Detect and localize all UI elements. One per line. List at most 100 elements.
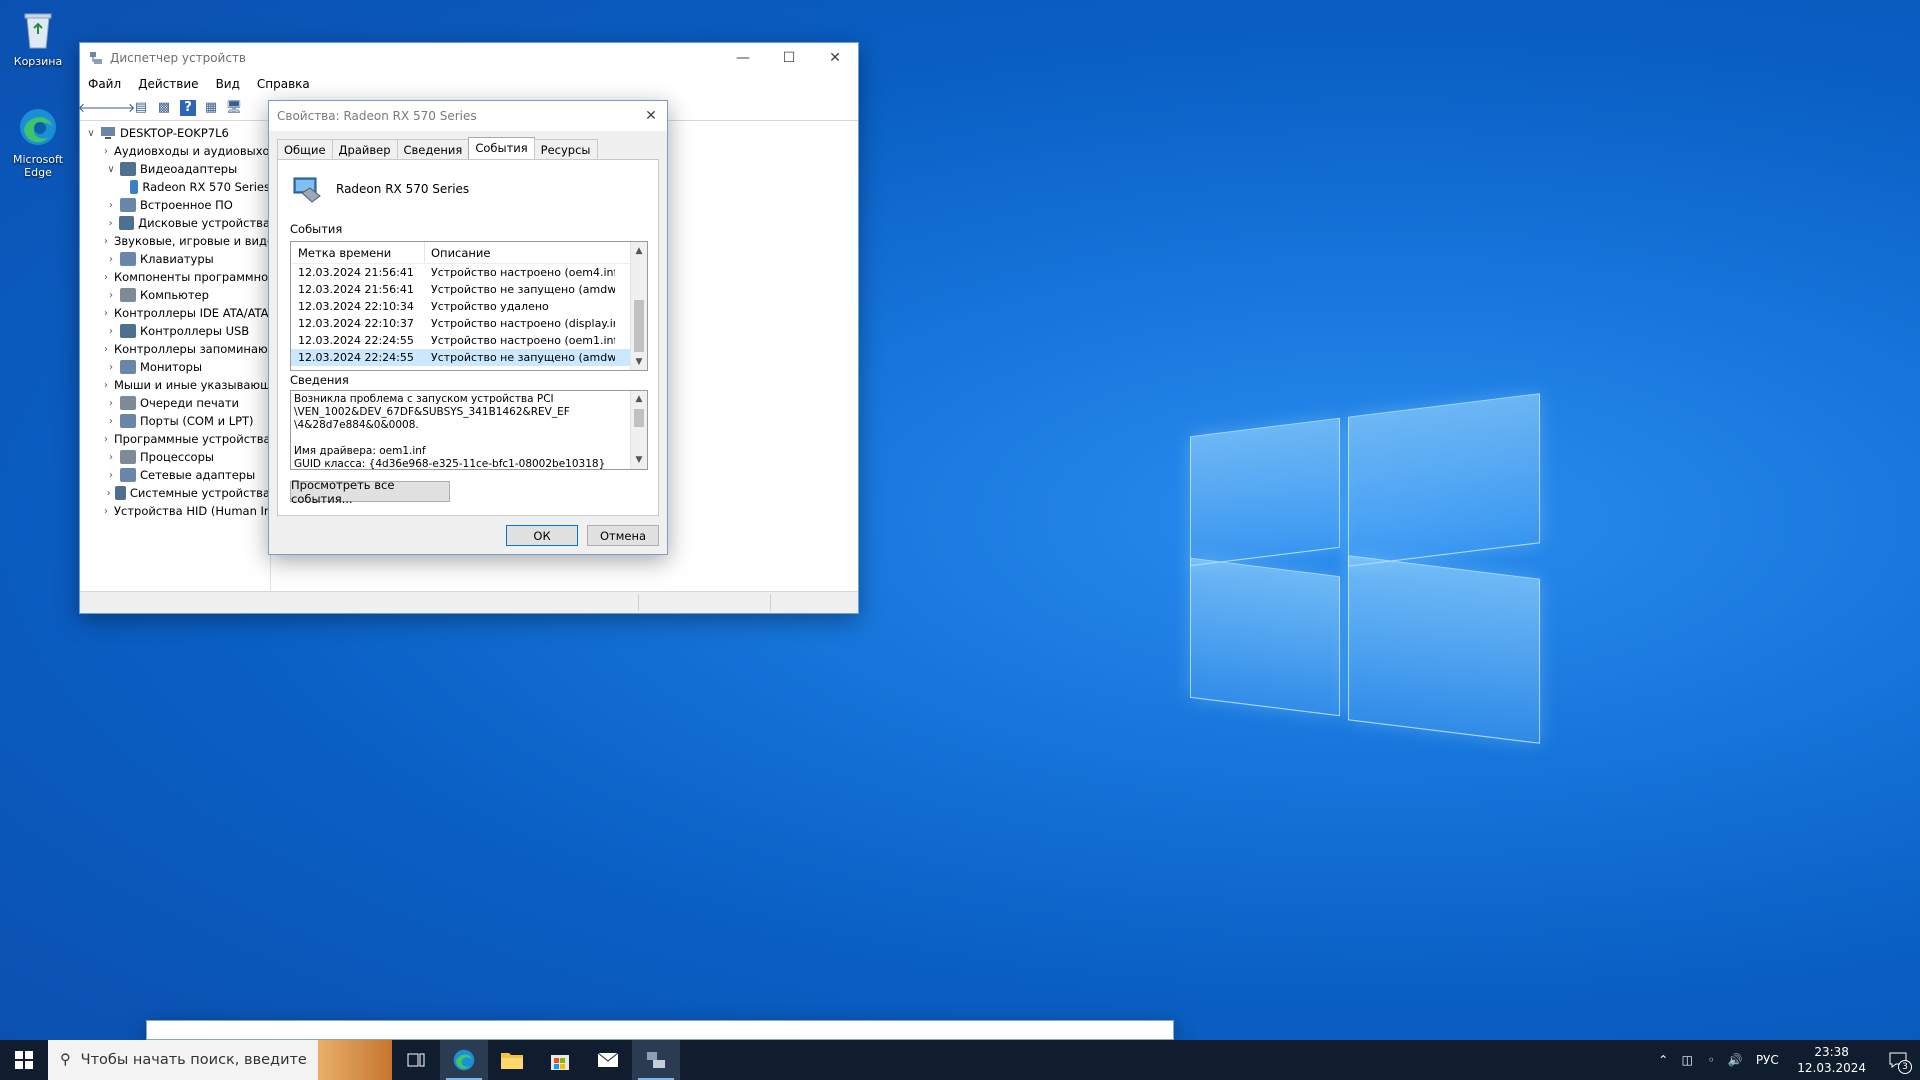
action-center-button[interactable]: 3 [1876,1040,1920,1080]
maximize-button[interactable]: ☐ [766,43,812,73]
column-header-description[interactable]: Описание [425,246,490,260]
chevron-up-icon[interactable]: ⌃ [1651,1053,1675,1067]
ok-button[interactable]: ОК [506,525,578,546]
network-icon[interactable]: ◦ [1699,1053,1723,1067]
tree-category-item[interactable]: › Контроллеры запоминающих устройств [80,340,270,358]
tree-category-item[interactable]: › Встроенное ПО [80,196,270,214]
chevron-right-icon[interactable]: › [104,272,108,283]
taskbar-store[interactable] [536,1040,584,1080]
tree-category-item[interactable]: › Системные устройства [80,484,270,502]
chevron-right-icon[interactable]: › [104,200,118,211]
scroll-down-icon[interactable]: ▼ [631,353,647,370]
chevron-right-icon[interactable]: › [104,290,118,301]
close-button[interactable]: ✕ [635,101,667,131]
event-row[interactable]: 12.03.2024 22:10:37 Устройство настроено … [291,315,647,332]
chevron-down-icon[interactable]: ∨ [104,164,118,175]
close-button[interactable]: ✕ [812,43,858,73]
tree-category-item[interactable]: › Аудиовходы и аудиовыходы [80,142,270,160]
tree-category-item[interactable]: › Мониторы [80,358,270,376]
events-scrollbar[interactable]: ▲ ▼ [630,242,647,370]
details-textbox[interactable]: Возникла проблема с запуском устройства … [290,390,648,470]
menu-view[interactable]: Вид [216,77,240,91]
forward-arrow-icon[interactable]: 🡒 [101,98,136,118]
tree-category-item[interactable]: › Клавиатуры [80,250,270,268]
tree-category-item[interactable]: › Программные устройства [80,430,270,448]
tree-category-item[interactable]: › Дисковые устройства [80,214,270,232]
chevron-right-icon[interactable]: › [104,344,108,355]
events-list[interactable]: Метка времени Описание 12.03.2024 21:56:… [290,241,648,371]
start-button[interactable] [0,1040,48,1080]
scroll-down-icon[interactable]: ▼ [631,452,647,469]
desktop-icon-recycle-bin[interactable]: Корзина [6,8,70,68]
background-window-titlebar[interactable] [146,1020,1174,1040]
tree-category-item[interactable]: › Устройства HID (Human Interface Devices… [80,502,270,520]
column-header-timestamp[interactable]: Метка времени [291,242,425,263]
device-manager-titlebar[interactable]: Диспетчер устройств — ☐ ✕ [80,43,858,73]
scroll-up-icon[interactable]: ▲ [631,391,647,408]
tree-category-item[interactable]: › Мыши и иные указывающие устройства [80,376,270,394]
event-row[interactable]: 12.03.2024 21:56:41 Устройство не запущен… [291,281,647,298]
chevron-down-icon[interactable]: ∨ [84,128,98,139]
cancel-button[interactable]: Отмена [587,525,659,546]
action-pane-icon[interactable]: ▦ [200,98,222,118]
details-scrollbar[interactable]: ▲ ▼ [630,391,647,469]
chevron-right-icon[interactable]: › [104,398,118,409]
chevron-right-icon[interactable]: › [104,452,118,463]
tree-category-item[interactable]: ∨ Видеоадаптеры [80,160,270,178]
menu-action[interactable]: Действие [138,77,198,91]
tree-root[interactable]: ∨ DESKTOP-EOKP7L6 [80,124,270,142]
chevron-right-icon[interactable]: › [104,506,108,517]
tree-category-item[interactable]: › Контроллеры IDE ATA/ATAPI [80,304,270,322]
event-row[interactable]: 12.03.2024 22:24:55 Устройство не запущен… [291,349,647,366]
tree-device-item[interactable]: Radeon RX 570 Series [80,178,270,196]
properties-icon[interactable]: ▩ [153,98,175,118]
event-row[interactable]: 12.03.2024 21:56:41 Устройство настроено … [291,264,647,281]
tree-category-item[interactable]: › Компьютер [80,286,270,304]
taskbar-file-explorer[interactable] [488,1040,536,1080]
chevron-right-icon[interactable]: › [104,488,113,499]
meet-now-icon[interactable]: ◫ [1675,1053,1699,1067]
menu-help[interactable]: Справка [257,77,310,91]
tab-general[interactable]: Общие [277,139,333,159]
taskbar-edge[interactable] [440,1040,488,1080]
minimize-button[interactable]: — [720,43,766,73]
tree-category-item[interactable]: › Процессоры [80,448,270,466]
tab-driver[interactable]: Драйвер [331,139,398,159]
chevron-right-icon[interactable]: › [104,218,117,229]
chevron-right-icon[interactable]: › [104,308,108,319]
chevron-right-icon[interactable]: › [104,254,118,265]
tab-details[interactable]: Сведения [396,139,470,159]
scroll-thumb[interactable] [634,300,644,352]
help-icon[interactable]: ? [180,99,196,116]
clock[interactable]: 23:38 12.03.2024 [1787,1044,1876,1076]
desktop-icon-edge[interactable]: Microsoft Edge [6,106,70,179]
view-all-events-button[interactable]: Просмотреть все события... [290,478,450,506]
scan-hardware-icon[interactable]: 🖥 [223,98,245,118]
language-indicator[interactable]: РУС [1747,1053,1787,1067]
menu-file[interactable]: Файл [88,77,121,91]
chevron-right-icon[interactable]: › [104,146,108,157]
show-hide-tree-icon[interactable]: ▤ [130,98,152,118]
tree-category-item[interactable]: › Очереди печати [80,394,270,412]
tree-category-item[interactable]: › Компоненты программного обеспечения [80,268,270,286]
chevron-right-icon[interactable]: › [104,326,118,337]
tab-resources[interactable]: Ресурсы [533,139,598,159]
chevron-right-icon[interactable]: › [104,434,108,445]
taskbar-device-manager[interactable] [632,1040,680,1080]
chevron-right-icon[interactable]: › [104,236,108,247]
volume-icon[interactable]: 🔊 [1723,1053,1747,1067]
chevron-right-icon[interactable]: › [104,416,118,427]
scroll-up-icon[interactable]: ▲ [631,242,647,259]
tree-category-item[interactable]: › Контроллеры USB [80,322,270,340]
event-row[interactable]: 12.03.2024 22:10:34 Устройство удалено [291,298,647,315]
task-view-button[interactable] [392,1040,440,1080]
properties-titlebar[interactable]: Свойства: Radeon RX 570 Series ✕ [269,101,667,131]
tab-events[interactable]: События [468,137,535,159]
tree-category-item[interactable]: › Звуковые, игровые и видеоустройства [80,232,270,250]
event-row[interactable]: 12.03.2024 22:24:55 Устройство настроено … [291,332,647,349]
chevron-right-icon[interactable]: › [104,380,108,391]
chevron-right-icon[interactable]: › [104,470,118,481]
scroll-thumb[interactable] [634,409,644,427]
taskbar-search-box[interactable]: ⚲ Чтобы начать поиск, введите [48,1040,392,1080]
tree-category-item[interactable]: › Сетевые адаптеры [80,466,270,484]
